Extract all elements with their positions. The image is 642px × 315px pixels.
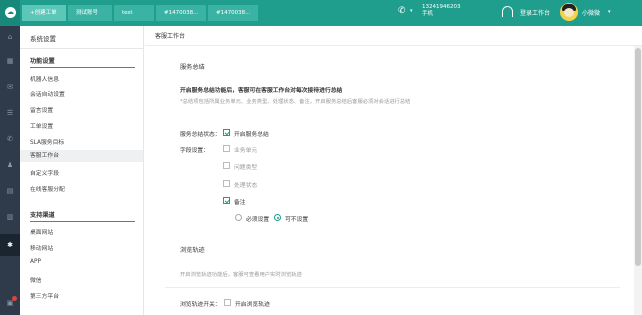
avatar[interactable]: [560, 3, 578, 21]
top-bar: ☁ +创建工单 测试账号 test #1470038... #1470038..…: [0, 0, 642, 26]
grid-icon[interactable]: ▦: [0, 56, 20, 66]
notification-badge: [12, 296, 17, 301]
radio-required[interactable]: [235, 214, 242, 221]
enable-browse-checkbox[interactable]: [224, 299, 231, 306]
doc-icon[interactable]: ▤: [0, 186, 20, 196]
radio-label-required[interactable]: 必须设置: [246, 214, 269, 223]
sidebar-title: 系统设置: [30, 35, 56, 43]
sidebar-item-desktop-site[interactable]: 桌面网站: [30, 227, 53, 236]
sidebar-item-ticket[interactable]: 工单设置: [30, 121, 53, 130]
browse-track-hint: 开启浏览轨迹功能后，客服可查看用户实时浏览轨迹: [180, 272, 302, 278]
fields-label: 字段设置：: [180, 148, 209, 154]
sidebar-item-online-assign[interactable]: 在线客服分配: [30, 184, 65, 193]
section-divider: [165, 287, 620, 288]
group-title-features: 功能设置: [30, 58, 55, 65]
breadcrumb: 客服工作台: [155, 33, 186, 40]
settings-sidebar: 系统设置 功能设置 机器人信息 会话自动设置 留言设置 工单设置 SLA服务目标…: [20, 26, 144, 315]
sidebar-item-wechat[interactable]: 微信: [30, 275, 42, 284]
main-content: 服务总结 开启服务总结功能后，客服可在客服工作台对每次接待进行总结 *总结项包括…: [145, 46, 632, 315]
sidebar-item-mobile-site[interactable]: 移动网站: [30, 243, 53, 252]
enable-browse-label[interactable]: 开启浏览轨迹: [235, 299, 270, 308]
chart-icon[interactable]: ▥: [0, 212, 20, 222]
tab-test-account[interactable]: 测试账号: [68, 5, 112, 21]
field-label-business-unit[interactable]: 业务单元: [234, 145, 257, 154]
avatar-face: [564, 8, 574, 17]
sidebar-divider: [20, 48, 144, 49]
phone-icon[interactable]: ✆: [398, 6, 406, 16]
phone-info: 13241946203 手机: [422, 4, 461, 18]
notification-icon[interactable]: ▣: [0, 298, 20, 308]
field-checkbox-business-unit[interactable]: [223, 145, 230, 152]
headset-icon[interactable]: [502, 6, 513, 17]
group-underline: [30, 67, 135, 68]
tab-create-ticket[interactable]: +创建工单: [22, 5, 66, 21]
list-icon[interactable]: ☰: [0, 108, 20, 118]
scrollbar-thumb[interactable]: [635, 48, 641, 266]
field-checkbox-issue-type[interactable]: [223, 162, 230, 169]
sidebar-item-app[interactable]: APP: [30, 259, 41, 265]
phone-number: 13241946203: [422, 4, 461, 10]
login-workspace-link[interactable]: 登录工作台: [520, 8, 550, 17]
logo-icon: ☁: [5, 7, 16, 18]
user-menu-chevron-icon[interactable]: ▾: [608, 9, 611, 15]
browse-switch-label: 浏览轨迹开关：: [180, 302, 221, 308]
service-summary-hint: *总结项包括所属业务单元、业务类型、处理状态、备注，开启服务总结后客服必须对会话…: [180, 99, 411, 105]
settings-icon[interactable]: ✱: [0, 240, 20, 250]
radio-optional[interactable]: [274, 214, 281, 221]
chevron-down-icon[interactable]: ▾: [410, 8, 413, 14]
enable-summary-checkbox[interactable]: [223, 129, 230, 136]
username[interactable]: 小微微: [582, 8, 600, 17]
icon-rail: ⌂ ▦ ✉ ☰ ✆ ♟ ▤ ▥ ✱ ▣: [0, 26, 20, 315]
sidebar-item-workspace[interactable]: 客服工作台: [20, 150, 143, 162]
tab-strip: +创建工单 测试账号 test #1470038... #1470038...: [22, 5, 258, 21]
field-label-issue-type[interactable]: 问题类型: [234, 162, 257, 171]
group-title-channels: 支持渠道: [30, 212, 55, 219]
sidebar-item-sla[interactable]: SLA服务目标: [30, 137, 64, 146]
field-label-process-status[interactable]: 处理状态: [234, 180, 257, 189]
tab-ticket-1[interactable]: #1470038...: [156, 5, 206, 21]
status-label: 服务总结状态：: [180, 132, 221, 138]
sidebar-item-third-party[interactable]: 第三方平台: [30, 291, 59, 300]
section-title-service-summary: 服务总结: [180, 64, 205, 71]
section-title-browse-track: 浏览轨迹: [180, 247, 205, 254]
radio-label-optional[interactable]: 可不设置: [285, 214, 308, 223]
phone-icon[interactable]: ✆: [0, 134, 20, 144]
field-label-remark[interactable]: 备注: [234, 197, 246, 206]
enable-summary-label[interactable]: 开启服务总结: [234, 129, 269, 138]
mail-icon[interactable]: ✉: [0, 82, 20, 92]
field-checkbox-remark[interactable]: [223, 197, 230, 204]
phone-type: 手机: [422, 11, 434, 17]
sidebar-item-session-auto[interactable]: 会话自动设置: [30, 89, 65, 98]
sidebar-item-message[interactable]: 留言设置: [30, 105, 53, 114]
home-icon[interactable]: ⌂: [0, 32, 20, 42]
field-checkbox-process-status[interactable]: [223, 180, 230, 187]
sidebar-item-robot-info[interactable]: 机器人信息: [30, 74, 59, 83]
service-summary-subtitle: 开启服务总结功能后，客服可在客服工作台对每次接待进行总结: [180, 88, 343, 94]
tab-test[interactable]: test: [114, 5, 154, 21]
tab-ticket-2[interactable]: #1470038...: [208, 5, 258, 21]
group-underline: [30, 221, 135, 222]
person-icon[interactable]: ♟: [0, 160, 20, 170]
sidebar-item-custom-fields[interactable]: 自定义字段: [30, 168, 59, 177]
app-logo[interactable]: ☁: [0, 0, 20, 26]
